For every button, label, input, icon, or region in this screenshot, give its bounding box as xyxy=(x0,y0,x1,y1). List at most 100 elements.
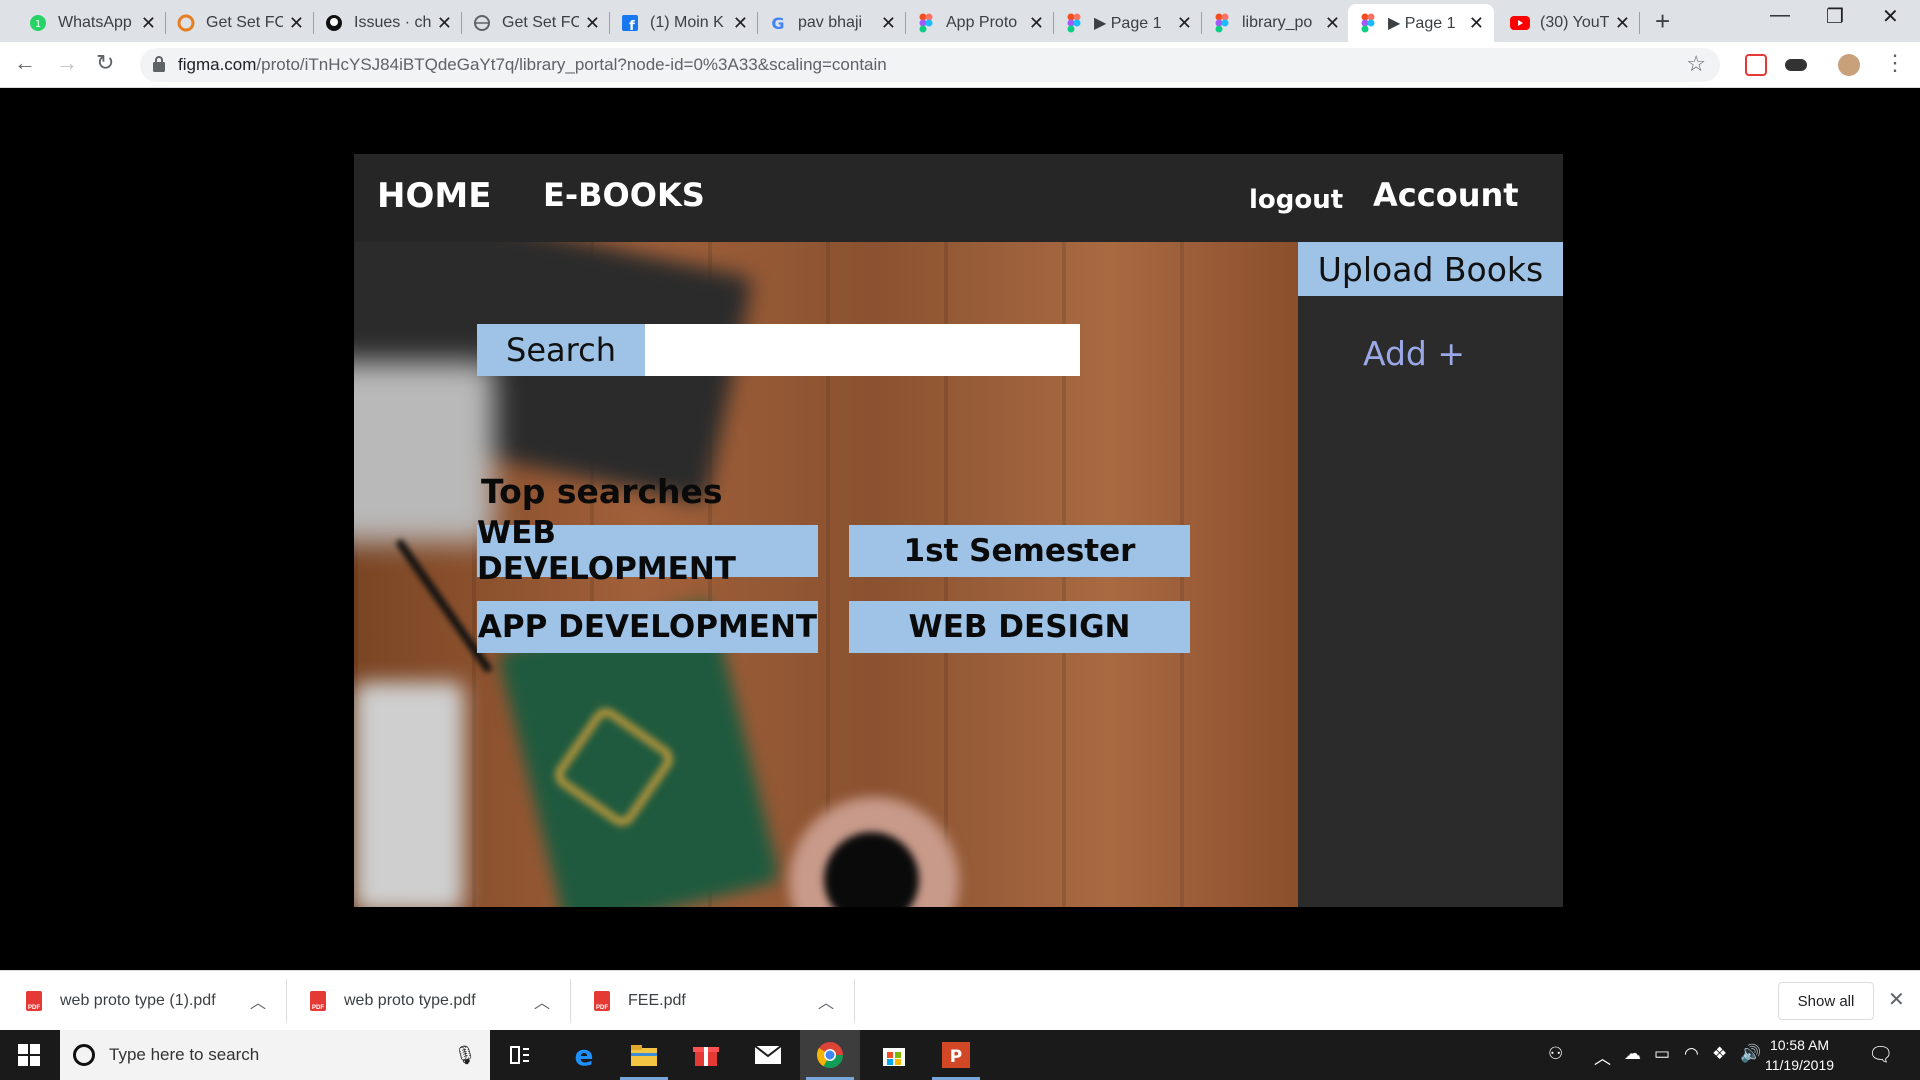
store-icon[interactable] xyxy=(864,1030,924,1080)
browser-tab-issues[interactable]: Issues · ch ✕ xyxy=(314,4,462,42)
browser-tab-getsetfc-2[interactable]: Get Set FC ✕ xyxy=(462,4,610,42)
edge-browser-icon[interactable]: e xyxy=(554,1030,614,1080)
upload-books-button[interactable]: Upload Books xyxy=(1298,242,1563,296)
url-path: /proto/iTnHcYSJ84iBTQdeGaYt7q/library_po… xyxy=(256,55,887,74)
whatsapp-icon: 1 xyxy=(28,13,48,33)
close-icon[interactable]: ✕ xyxy=(1469,13,1484,34)
close-icon[interactable]: ✕ xyxy=(881,13,896,34)
windows-taskbar: Type here to search 🎙 e P ⚇ ︿ ☁ ▭ ◠ ❖ 🔊 … xyxy=(0,1030,1920,1080)
svg-text:e: e xyxy=(575,1041,594,1069)
windows-start-icon[interactable] xyxy=(18,1044,40,1066)
chevron-up-icon[interactable]: ︿ xyxy=(534,989,550,1013)
browser-tab-getsetfc[interactable]: Get Set FC ✕ xyxy=(166,4,314,42)
account-sidebar: Upload Books Add + xyxy=(1298,242,1563,907)
browser-tab-strip: 1 WhatsApp ✕ Get Set FC ✕ Issues · ch ✕ … xyxy=(0,0,1920,42)
browser-tab-facebook[interactable]: f (1) Moin K ✕ xyxy=(610,4,758,42)
wifi-icon[interactable]: ◠ xyxy=(1684,1044,1699,1064)
onedrive-cloud-icon[interactable]: ☁ xyxy=(1624,1044,1641,1064)
browser-tab-page1-active[interactable]: ▶ Page 1 ✕ xyxy=(1348,4,1494,42)
people-icon[interactable]: ⚇ xyxy=(1548,1044,1563,1064)
close-icon[interactable]: ✕ xyxy=(1029,13,1044,34)
close-shelf-icon[interactable]: ✕ xyxy=(1888,987,1905,1012)
download-filename: web proto type (1).pdf xyxy=(60,992,216,1009)
browser-tab-page1[interactable]: ▶ Page 1 ✕ xyxy=(1054,4,1202,42)
chevron-up-icon[interactable]: ︿ xyxy=(1594,1044,1611,1069)
battery-icon[interactable]: ▭ xyxy=(1654,1044,1670,1064)
paper-shape xyxy=(354,682,464,907)
forward-icon[interactable]: → xyxy=(56,50,78,76)
url-host: figma.com xyxy=(178,55,257,74)
chevron-up-icon[interactable]: ︿ xyxy=(250,989,266,1013)
microphone-icon[interactable]: 🎙 xyxy=(450,1045,480,1066)
google-icon: G xyxy=(768,13,788,33)
pdf-file-icon: PDF xyxy=(594,991,610,1011)
powerpoint-icon[interactable]: P xyxy=(926,1030,986,1080)
figma-icon xyxy=(916,13,936,33)
tab-title: ▶ Page 1 xyxy=(1388,15,1456,32)
task-view-icon[interactable] xyxy=(490,1030,550,1080)
close-icon[interactable]: ✕ xyxy=(733,13,748,34)
incognito-extension-icon[interactable] xyxy=(1785,59,1807,71)
file-explorer-icon[interactable] xyxy=(614,1030,674,1080)
close-icon[interactable]: ✕ xyxy=(585,13,600,34)
taskbar-search-box[interactable]: Type here to search 🎙 xyxy=(60,1030,490,1080)
window-close-icon[interactable]: ✕ xyxy=(1882,4,1899,29)
download-item[interactable]: PDF web proto type.pdf ︿ xyxy=(310,971,560,1031)
browser-tab-whatsapp[interactable]: 1 WhatsApp ✕ xyxy=(18,4,166,42)
top-search-chip[interactable]: 1st Semester xyxy=(849,525,1190,577)
restore-icon[interactable]: ❐ xyxy=(1826,4,1844,29)
nav-ebooks-link[interactable]: E-BOOKS xyxy=(543,176,705,214)
tab-title: library_po xyxy=(1242,14,1313,31)
nav-home-link[interactable]: HOME xyxy=(377,176,491,216)
back-icon[interactable]: ← xyxy=(14,50,36,76)
top-search-chip[interactable]: WEB DEVELOPMENT xyxy=(477,515,818,587)
download-item[interactable]: PDF web proto type (1).pdf ︿ xyxy=(26,971,276,1031)
taskbar-search-placeholder: Type here to search xyxy=(109,1045,260,1064)
add-book-link[interactable]: Add + xyxy=(1298,334,1530,373)
pdf-file-icon: PDF xyxy=(310,991,326,1011)
action-center-icon[interactable]: 🗨 xyxy=(1868,1042,1893,1067)
lock-icon xyxy=(153,56,165,72)
bookmark-star-icon[interactable]: ☆ xyxy=(1686,51,1706,77)
close-icon[interactable]: ✕ xyxy=(437,13,452,34)
profile-avatar[interactable] xyxy=(1838,54,1860,76)
volume-icon[interactable]: 🔊 xyxy=(1740,1044,1761,1064)
close-icon[interactable]: ✕ xyxy=(1615,13,1630,34)
browser-tab-app-proto[interactable]: App Proto ✕ xyxy=(906,4,1054,42)
menu-kebab-icon[interactable]: ⋮ xyxy=(1884,50,1906,76)
dropbox-icon[interactable]: ❖ xyxy=(1712,1044,1727,1064)
top-search-chip[interactable]: WEB DESIGN xyxy=(849,601,1190,653)
chevron-up-icon[interactable]: ︿ xyxy=(818,989,834,1013)
figma-icon xyxy=(1358,13,1378,33)
gift-app-icon[interactable] xyxy=(676,1030,736,1080)
close-icon[interactable]: ✕ xyxy=(1325,13,1340,34)
download-filename: web proto type.pdf xyxy=(344,992,476,1009)
browser-tab-library[interactable]: library_po ✕ xyxy=(1202,4,1350,42)
system-clock[interactable]: 10:58 AM 11/19/2019 xyxy=(1765,1035,1834,1075)
reload-icon[interactable]: ↻ xyxy=(96,50,114,76)
clock-date: 11/19/2019 xyxy=(1765,1057,1835,1073)
mail-icon[interactable] xyxy=(738,1030,798,1080)
minimize-icon[interactable]: — xyxy=(1770,4,1790,27)
pocket-extension-icon[interactable] xyxy=(1745,54,1767,76)
prototype-viewport: HOME E-BOOKS logout Account Search Top s… xyxy=(0,88,1920,970)
address-bar[interactable]: figma.com/proto/iTnHcYSJ84iBTQdeGaYt7q/l… xyxy=(140,48,1720,82)
tab-title: App Proto xyxy=(946,14,1018,31)
close-icon[interactable]: ✕ xyxy=(1177,13,1192,34)
chrome-icon[interactable] xyxy=(800,1030,860,1080)
search-input[interactable] xyxy=(645,324,1080,376)
new-tab-icon[interactable]: + xyxy=(1655,6,1670,37)
top-search-chip[interactable]: APP DEVELOPMENT xyxy=(477,601,818,653)
github-icon xyxy=(324,13,344,33)
browser-tab-google[interactable]: G pav bhaji ✕ xyxy=(758,4,906,42)
svg-text:G: G xyxy=(771,14,784,32)
close-icon[interactable]: ✕ xyxy=(289,13,304,34)
tab-title: WhatsApp xyxy=(58,14,132,31)
figma-icon xyxy=(1212,13,1232,33)
close-icon[interactable]: ✕ xyxy=(141,13,156,34)
logout-link[interactable]: logout xyxy=(1249,185,1343,215)
download-item[interactable]: PDF FEE.pdf ︿ xyxy=(594,971,844,1031)
browser-tab-youtube[interactable]: (30) YouTu ✕ xyxy=(1500,4,1640,42)
show-all-downloads-button[interactable]: Show all xyxy=(1778,982,1874,1020)
account-link[interactable]: Account xyxy=(1373,176,1519,214)
